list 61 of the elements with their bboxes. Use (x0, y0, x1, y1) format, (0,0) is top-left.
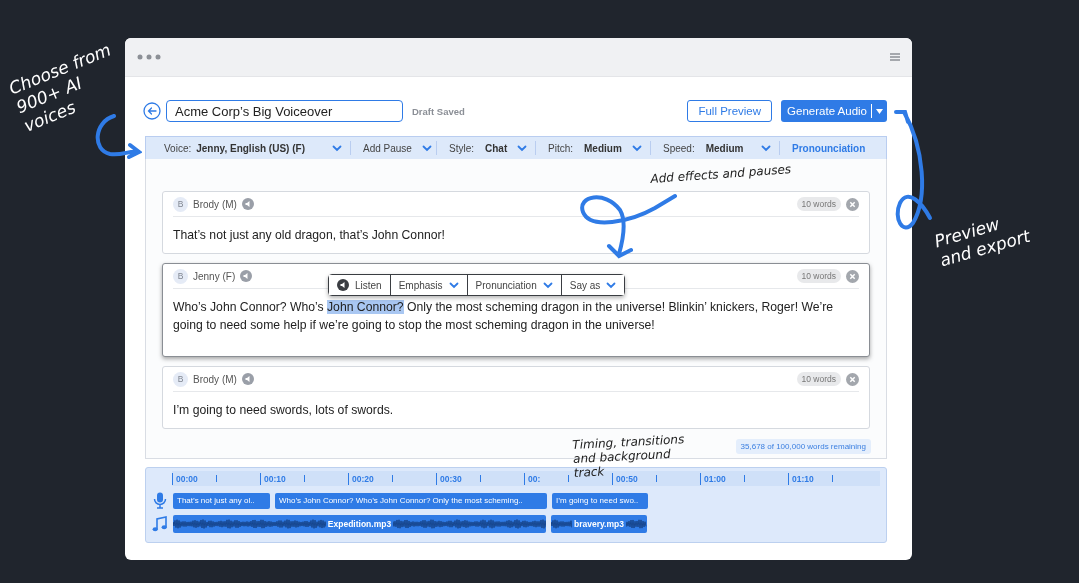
timeline-tick-label: 01:00 (703, 473, 726, 484)
music-clip[interactable]: bravery.mp3 (551, 515, 647, 533)
menu-dropdown[interactable]: Pronunciation (467, 275, 562, 295)
toolbar-dropdown[interactable]: Speed: Medium (663, 142, 771, 154)
menu-dropdown[interactable]: Emphasis (390, 275, 468, 295)
toolbar-dropdown[interactable]: Style: Chat (449, 142, 528, 154)
speaker-icon[interactable] (337, 279, 349, 291)
script-block-card[interactable]: B Brody (M) 10 words I’m going to need swords, lots of swords. (162, 366, 870, 429)
timeline-tick-label: 01:10 (791, 473, 814, 484)
speaker-avatar: B (173, 268, 188, 284)
close-icon[interactable] (846, 197, 859, 211)
timeline-tick-label: 00:20 (351, 473, 374, 484)
timeline-tick-label: 00: (527, 473, 541, 484)
chevron-down-icon (761, 144, 771, 152)
listen-button[interactable]: Listen (329, 275, 391, 295)
timeline-tick-label: 00:10 (263, 473, 286, 484)
toolbar-dropdown[interactable]: Pitch: Medium (548, 142, 642, 154)
speech-clip[interactable]: I’m going to need swo.. (552, 492, 648, 509)
word-count-badge: 10 words (796, 372, 841, 386)
music-clip[interactable]: Expedition.mp3 (173, 515, 546, 533)
music-note-icon (152, 516, 168, 532)
close-icon[interactable] (846, 269, 859, 283)
block-text: I’m going to need swords, lots of swords. (173, 402, 395, 419)
window-dots-icon (137, 54, 161, 60)
speaker-name: Brody (M) (193, 373, 237, 385)
draft-status: Draft Saved (412, 105, 465, 117)
word-count-badge: 10 words (796, 197, 841, 211)
chevron-down-icon (332, 144, 342, 152)
generate-audio-button[interactable]: Generate Audio (781, 100, 887, 122)
speaker-name: Jenny (F) (193, 270, 236, 282)
menu-dropdown[interactable]: Say as (561, 275, 625, 295)
speech-clip[interactable]: Who’s John Connor? Who’s John Connor? Only the most scheming.. (275, 492, 547, 509)
word-count-badge: 10 words (796, 269, 841, 283)
chevron-down-icon (517, 144, 528, 152)
full-preview-button[interactable]: Full Preview (687, 100, 773, 122)
speaker-avatar: B (173, 196, 188, 212)
script-block-card[interactable] (162, 263, 870, 357)
add-pause-dropdown[interactable]: Add Pause (363, 142, 432, 154)
script-block-card[interactable]: B Brody (M) 10 words That’s not just any old dragon, that’s John Connor! (162, 191, 870, 254)
annotation-note: Add effects and pauses (650, 162, 792, 186)
chevron-down-icon (421, 144, 432, 152)
block-text: Who’s John Connor? Who’s John Connor? Only the most scheming dragon in the universe! Blinkin’ knickers, Roger! We’re going to need some help if we’re going to stop the most scheming dragon in the universe! (173, 299, 835, 334)
microphone-icon (153, 492, 167, 509)
timeline-tick-label: 00:00 (175, 473, 198, 484)
chevron-down-icon (632, 144, 642, 152)
words-remaining-badge: 35,678 of 100,000 words remaining (735, 439, 871, 454)
timeline-tick-label: 00:50 (615, 473, 638, 484)
caret-icon (876, 108, 883, 114)
toolbar-dropdown[interactable]: Voice: Jenny, English (US) (F) (164, 142, 342, 154)
close-icon[interactable] (846, 372, 859, 386)
annotation-note: Preview and export (932, 212, 1033, 271)
title-input[interactable]: Acme Corp’s Big Voiceover (166, 100, 403, 122)
chevron-down-icon (448, 281, 459, 289)
chevron-down-icon (542, 281, 553, 289)
menu-icon[interactable] (890, 53, 900, 61)
speaker-avatar: B (173, 371, 188, 387)
speech-clip[interactable]: That’s not just any ol.. (173, 492, 270, 509)
timeline-tick-label: 00:30 (439, 473, 462, 484)
chevron-down-icon (606, 281, 617, 289)
block-text: That’s not just any old dragon, that’s John Connor! (173, 227, 446, 244)
speaker-name: Brody (M) (193, 198, 237, 210)
